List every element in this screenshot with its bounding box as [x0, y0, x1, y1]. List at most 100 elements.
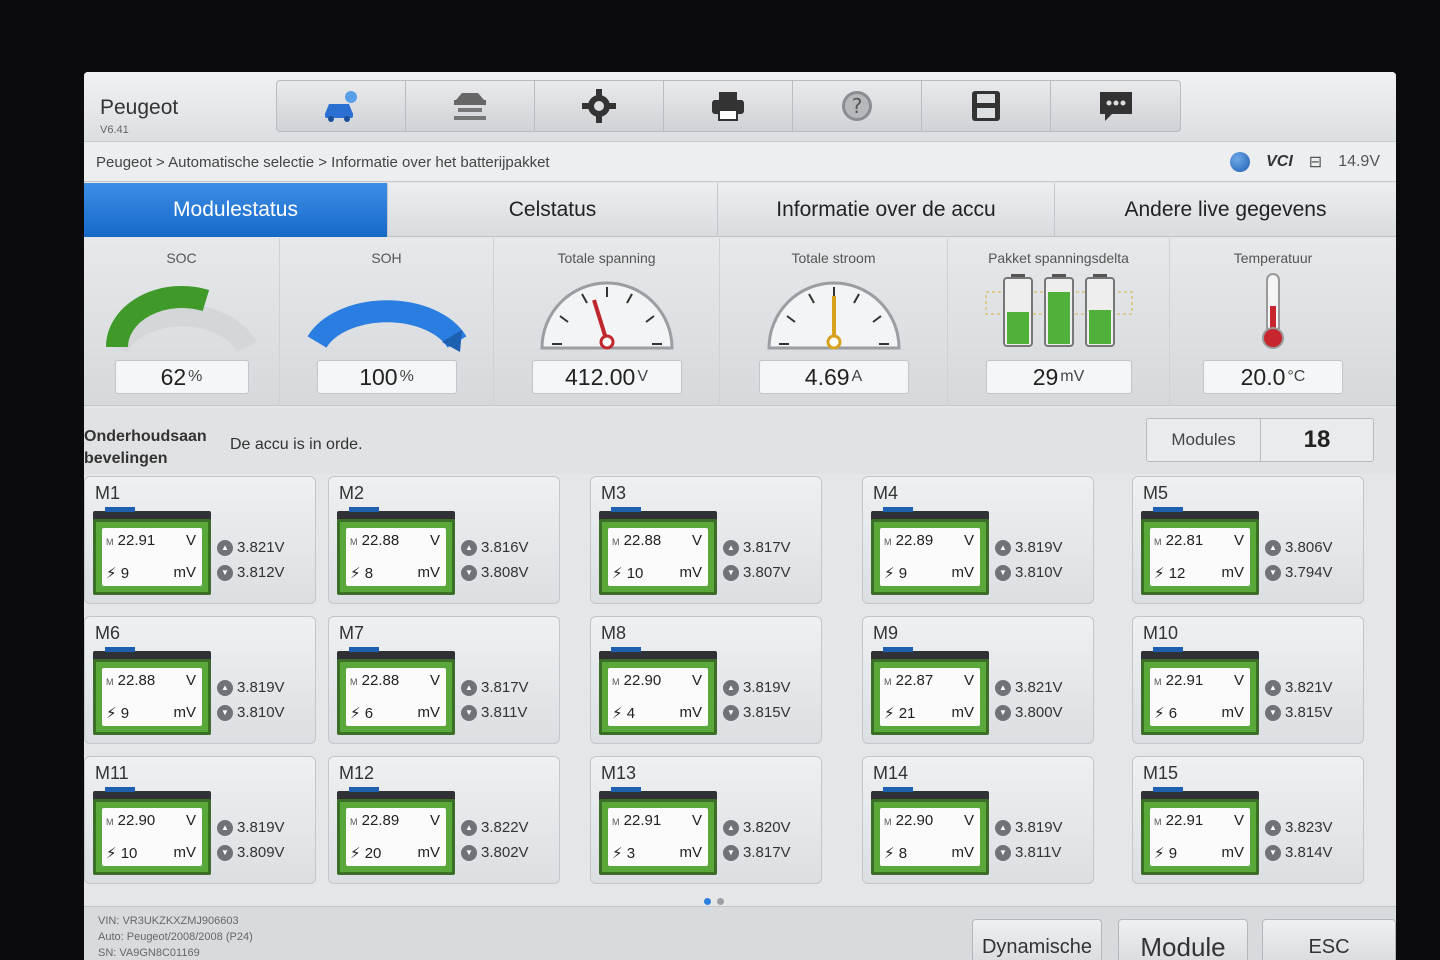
- volt-unit: V: [963, 812, 974, 829]
- volt-unit: V: [429, 672, 440, 689]
- volt-unit: V: [185, 532, 196, 549]
- delta-gauge: Pakket spanningsdelta 29 mV: [948, 238, 1170, 406]
- max-cell-voltage: 3.819V: [237, 679, 285, 696]
- bolt-icon: ⚡: [350, 565, 361, 582]
- current-value-box: 4.69 A: [758, 360, 909, 394]
- max-cell-voltage: 3.817V: [481, 679, 529, 696]
- module-grid: M1 M 22.91 V ⚡ 9 mV ▲ 3.821V ▼ 3.812V M2 M 22.88 V ⚡…: [84, 476, 1396, 896]
- delta-value: 29: [1032, 363, 1059, 390]
- network-icon: [1230, 152, 1251, 172]
- voltage-label: Totale spanning: [557, 250, 656, 266]
- max-cell-icon: ▲: [723, 679, 739, 696]
- volt-unit: V: [429, 532, 440, 549]
- settings-button[interactable]: [535, 81, 664, 131]
- min-cell-icon: ▼: [995, 704, 1011, 721]
- breadcrumb-bar: Peugeot > Automatische selectie > Inform…: [84, 142, 1396, 182]
- max-cell-icon: ▲: [461, 679, 477, 696]
- status-area: VCI ⊟ 14.9V: [1230, 152, 1380, 172]
- max-cell-voltage: 3.820V: [743, 819, 791, 836]
- module-card[interactable]: M15 M 22.91 V ⚡ 9 mV ▲ 3.823V ▼ 3.814V: [1132, 756, 1364, 884]
- delta-value-box: 29 mV: [985, 360, 1132, 394]
- esc-button[interactable]: ESC: [1262, 919, 1396, 960]
- help-button[interactable]: ?: [793, 81, 922, 131]
- bolt-icon: ⚡: [350, 705, 361, 722]
- soh-gauge: SOH 100 %: [280, 238, 494, 406]
- print-button[interactable]: [664, 81, 793, 131]
- tab-live-data[interactable]: Andere live gegevens: [1055, 183, 1396, 237]
- min-cell-voltage: 3.808V: [481, 564, 529, 581]
- min-cell-voltage: 3.815V: [743, 704, 791, 721]
- vehicle-diagnose-button[interactable]: [277, 81, 406, 131]
- module-card[interactable]: M13 M 22.91 V ⚡ 3 mV ▲ 3.820V ▼ 3.817V: [590, 756, 822, 884]
- millivolt-unit: mV: [951, 564, 975, 581]
- millivolt-unit: mV: [1221, 564, 1245, 581]
- millivolt-unit: mV: [679, 564, 703, 581]
- page-dot-1[interactable]: [704, 898, 711, 905]
- module-card[interactable]: M4 M 22.89 V ⚡ 9 mV ▲ 3.819V ▼ 3.810V: [862, 476, 1094, 604]
- module-card[interactable]: M6 M 22.88 V ⚡ 9 mV ▲ 3.819V ▼ 3.810V: [84, 616, 316, 744]
- module-card[interactable]: M3 M 22.88 V ⚡ 10 mV ▲ 3.817V ▼ 3.807V: [590, 476, 822, 604]
- dynamic-button[interactable]: Dynamische: [972, 919, 1102, 960]
- page-dot-2[interactable]: [717, 898, 724, 905]
- bolt-icon: ⚡: [106, 845, 117, 862]
- max-cell-icon: ▲: [995, 539, 1011, 556]
- module-voltage: 22.88: [361, 532, 400, 549]
- top-bar: Peugeot V6.41 ?: [84, 72, 1396, 142]
- max-cell-icon: ▲: [723, 539, 739, 556]
- max-cell-voltage: 3.821V: [1285, 679, 1333, 696]
- module-card[interactable]: M1 M 22.91 V ⚡ 9 mV ▲ 3.821V ▼ 3.812V: [84, 476, 316, 604]
- cell-voltages: ▲ 3.816V ▼ 3.808V: [461, 535, 529, 585]
- module-delta: 21: [898, 705, 916, 722]
- volt-unit: V: [691, 672, 702, 689]
- module-battery-icon: M 22.88 V ⚡ 6 mV: [337, 647, 455, 737]
- module-voltage: 22.90: [895, 812, 934, 829]
- module-card[interactable]: M5 M 22.81 V ⚡ 12 mV ▲ 3.806V ▼ 3.794V: [1132, 476, 1364, 604]
- cell-voltages: ▲ 3.806V ▼ 3.794V: [1265, 535, 1333, 585]
- tab-celstatus[interactable]: Celstatus: [388, 183, 718, 237]
- cell-voltages: ▲ 3.820V ▼ 3.817V: [723, 815, 791, 865]
- module-card[interactable]: M2 M 22.88 V ⚡ 8 mV ▲ 3.816V ▼ 3.808V: [328, 476, 560, 604]
- module-card[interactable]: M10 M 22.91 V ⚡ 6 mV ▲ 3.821V ▼ 3.815V: [1132, 616, 1364, 744]
- tab-modulestatus[interactable]: Modulestatus: [84, 183, 388, 237]
- save-button[interactable]: [922, 81, 1051, 131]
- module-card[interactable]: M7 M 22.88 V ⚡ 6 mV ▲ 3.817V ▼ 3.811V: [328, 616, 560, 744]
- delta-unit: mV: [1060, 368, 1085, 385]
- module-delta: 8: [898, 845, 908, 862]
- cell-voltages: ▲ 3.821V ▼ 3.815V: [1265, 675, 1333, 725]
- temperature-value: 20.0: [1240, 363, 1286, 390]
- max-cell-icon: ▲: [217, 819, 233, 836]
- min-cell-voltage: 3.794V: [1285, 564, 1333, 581]
- car-lift-button[interactable]: [406, 81, 535, 131]
- module-card[interactable]: M14 M 22.90 V ⚡ 8 mV ▲ 3.819V ▼ 3.811V: [862, 756, 1094, 884]
- millivolt-unit: mV: [679, 844, 703, 861]
- voltage-unit: V: [637, 368, 649, 385]
- module-voltage: 22.87: [895, 672, 934, 689]
- volt-unit: V: [185, 812, 196, 829]
- soh-label: SOH: [371, 250, 402, 266]
- tab-accu-info[interactable]: Informatie over de accu: [718, 183, 1055, 237]
- module-button[interactable]: Module: [1118, 919, 1248, 960]
- sn-text: SN: VA9GN8C01169: [98, 947, 200, 959]
- millivolt-unit: mV: [1221, 844, 1245, 861]
- module-card[interactable]: M12 M 22.89 V ⚡ 20 mV ▲ 3.822V ▼ 3.802V: [328, 756, 560, 884]
- page-indicator: [704, 898, 724, 905]
- min-cell-icon: ▼: [1265, 704, 1281, 721]
- module-card[interactable]: M9 M 22.87 V ⚡ 21 mV ▲ 3.821V ▼ 3.800V: [862, 616, 1094, 744]
- max-cell-icon: ▲: [461, 539, 477, 556]
- min-cell-icon: ▼: [461, 564, 477, 581]
- soc-label: SOC: [166, 250, 197, 266]
- soc-value: 62: [160, 363, 187, 390]
- module-id: M4: [873, 483, 899, 503]
- module-battery-icon: M 22.88 V ⚡ 10 mV: [599, 507, 717, 597]
- message-button[interactable]: [1051, 81, 1180, 131]
- module-voltage: 22.91: [1165, 812, 1204, 829]
- module-card[interactable]: M11 M 22.90 V ⚡ 10 mV ▲ 3.819V ▼ 3.809V: [84, 756, 316, 884]
- min-cell-voltage: 3.810V: [1015, 564, 1063, 581]
- min-cell-voltage: 3.811V: [1015, 844, 1062, 861]
- module-id: M5: [1143, 483, 1169, 503]
- vehicle-info: VIN: VR3UKZKXZMJ906603 Auto: Peugeot/200…: [98, 913, 253, 960]
- max-cell-voltage: 3.816V: [481, 539, 529, 556]
- volt-unit: V: [1233, 812, 1244, 829]
- module-card[interactable]: M8 M 22.90 V ⚡ 4 mV ▲ 3.819V ▼ 3.815V: [590, 616, 822, 744]
- module-voltage: 22.89: [361, 812, 400, 829]
